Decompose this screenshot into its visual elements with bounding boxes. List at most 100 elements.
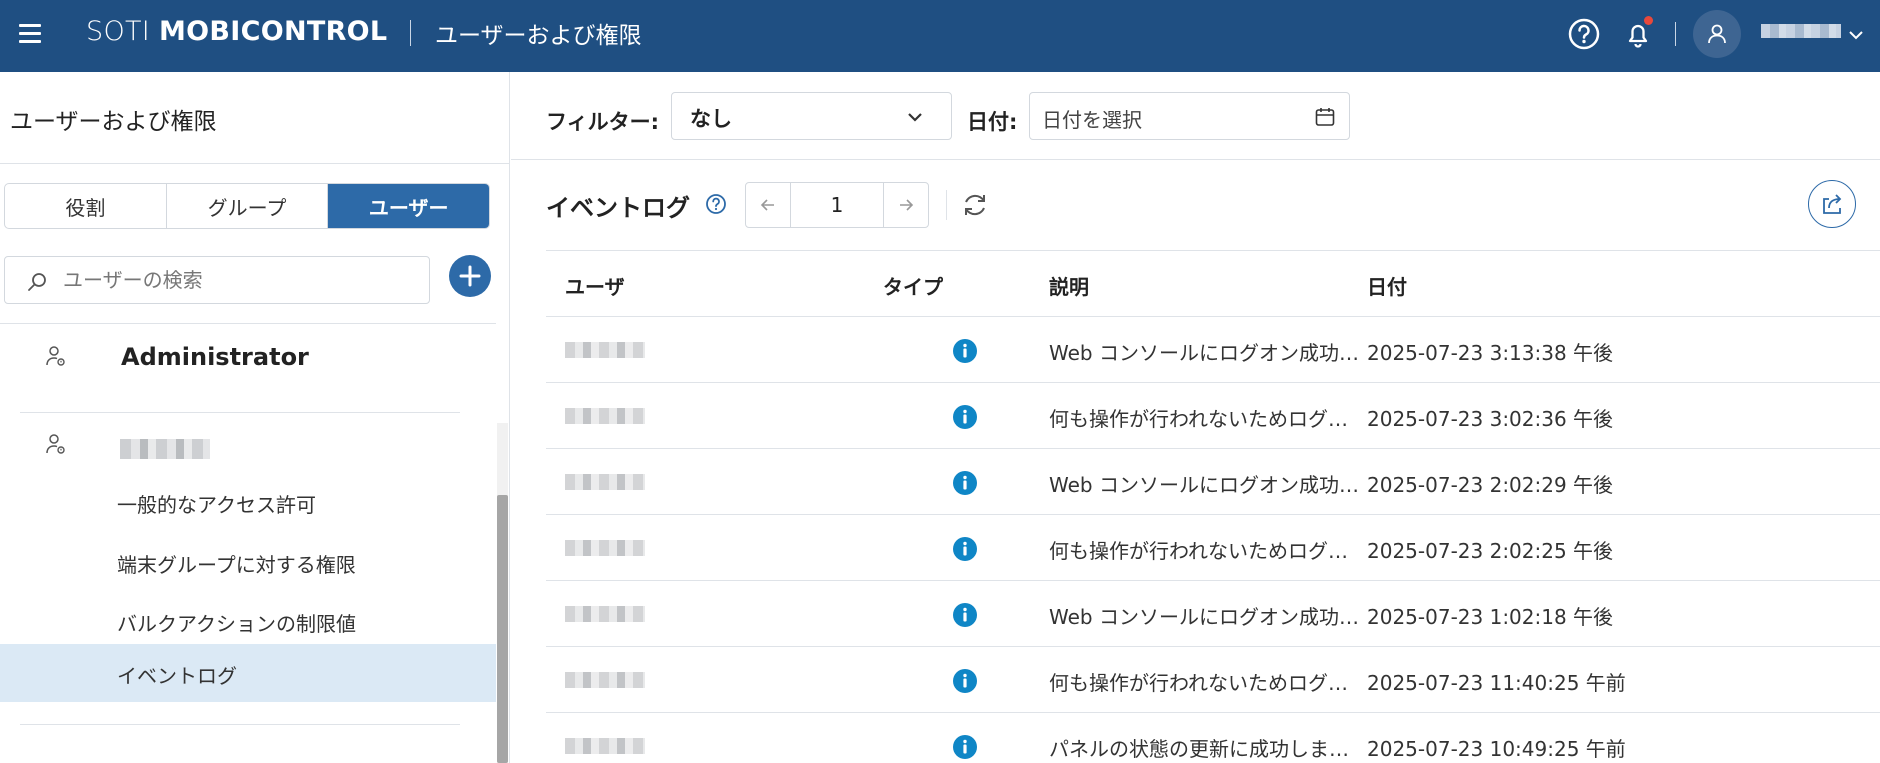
sidebar-item-device-group-permissions[interactable]: 端末グループに対する権限 (0, 533, 496, 591)
date-cell: 2025-07-23 3:13:38 午後 (1367, 341, 1614, 365)
user-cell-redacted (565, 606, 645, 622)
user-cell-redacted (565, 672, 645, 688)
sidebar-item-event-log[interactable]: イベントログ (0, 644, 496, 702)
table-row[interactable]: Web コンソールにログオン成功… 2025-07-23 2:02:29 午後 (546, 449, 1880, 515)
notification-badge (1644, 16, 1653, 25)
table-row[interactable]: Web コンソールにログオン成功… 2025-07-23 3:13:38 午後 (546, 317, 1880, 383)
user-avatar-icon[interactable] (1693, 10, 1741, 58)
pagination: 1 (745, 182, 929, 228)
divider (946, 190, 947, 220)
chevron-down-icon[interactable] (1848, 27, 1864, 43)
user-key-icon (46, 346, 65, 366)
divider (20, 724, 460, 725)
user-search (4, 256, 430, 304)
sidebar-item-label: 一般的なアクセス許可 (117, 493, 316, 517)
table-row[interactable]: 何も操作が行われないためログ… 2025-07-23 11:40:25 午前 (546, 647, 1880, 713)
user-name: Administrator (121, 343, 309, 371)
tab-roles[interactable]: 役割 (5, 184, 167, 228)
description-cell: Web コンソールにログオン成功… (1049, 341, 1359, 365)
top-bar: SOTI MOBICONTROL ユーザーおよび権限 (0, 0, 1880, 72)
sidebar-item-label: 端末グループに対する権限 (117, 553, 356, 577)
brand-soti: SOTI (86, 16, 151, 47)
user-cell-redacted (565, 342, 645, 358)
column-header-description[interactable]: 説明 (1049, 271, 1089, 300)
help-icon[interactable] (704, 192, 728, 216)
table-row[interactable]: パネルの状態の更新に成功しま… 2025-07-23 10:49:25 午前 (546, 713, 1880, 763)
date-cell: 2025-07-23 2:02:25 午後 (1367, 539, 1614, 563)
help-icon[interactable] (1566, 16, 1602, 52)
sidebar-title: ユーザーおよび権限 (10, 109, 217, 135)
info-icon (953, 669, 977, 693)
divider (511, 159, 1880, 160)
divider (0, 163, 509, 164)
refresh-icon[interactable] (960, 190, 990, 220)
page-number: 1 (790, 183, 884, 227)
table-row[interactable]: 何も操作が行われないためログ… 2025-07-23 3:02:36 午後 (546, 383, 1880, 449)
description-cell: Web コンソールにログオン成功… (1049, 473, 1359, 497)
user-key-icon (46, 434, 65, 454)
description-cell: 何も操作が行われないためログ… (1049, 539, 1348, 563)
user-cell-redacted (565, 408, 645, 424)
column-header-user[interactable]: ユーザ (565, 271, 625, 300)
search-input[interactable] (63, 265, 413, 295)
user-cell-redacted (565, 738, 645, 754)
date-label: 日付: (967, 110, 1018, 134)
info-icon (953, 603, 977, 627)
sidebar-item-bulk-action-limits[interactable]: バルクアクションの制限値 (0, 592, 496, 650)
info-icon (953, 471, 977, 495)
user-cell-redacted (565, 474, 645, 490)
arrow-left-icon (760, 199, 774, 211)
table-row[interactable]: 何も操作が行われないためログ… 2025-07-23 2:02:25 午後 (546, 515, 1880, 581)
sidebar-item-label: バルクアクションの制限値 (117, 612, 356, 636)
header-divider (1675, 22, 1676, 46)
info-icon (953, 537, 977, 561)
date-cell: 2025-07-23 3:02:36 午後 (1367, 407, 1614, 431)
bell-icon[interactable] (1620, 16, 1656, 52)
sidebar-scrollbar[interactable] (497, 423, 508, 763)
description-cell: 何も操作が行われないためログ… (1049, 407, 1348, 431)
date-cell: 2025-07-23 11:40:25 午前 (1367, 671, 1626, 695)
description-cell: Web コンソールにログオン成功… (1049, 605, 1359, 629)
user-item-administrator[interactable]: Administrator (0, 324, 496, 396)
view-tabs: 役割 グループ ユーザー (4, 183, 490, 229)
sidebar-item-general-permissions[interactable]: 一般的なアクセス許可 (0, 473, 496, 531)
app-logo: SOTI MOBICONTROL (86, 16, 387, 47)
column-header-type[interactable]: タイプ (883, 271, 943, 300)
event-log-title: イベントログ (546, 194, 690, 222)
previous-page-button[interactable] (746, 183, 790, 227)
description-cell: パネルの状態の更新に成功しま… (1049, 737, 1349, 761)
table-row[interactable]: Web コンソールにログオン成功… 2025-07-23 1:02:18 午後 (546, 581, 1880, 647)
date-cell: 2025-07-23 10:49:25 午前 (1367, 737, 1626, 761)
user-name-redacted (120, 439, 210, 459)
user-cell-redacted (565, 540, 645, 556)
filter-label: フィルター: (546, 110, 659, 134)
calendar-icon (1315, 108, 1335, 126)
column-header-date[interactable]: 日付 (1367, 271, 1407, 300)
export-button[interactable] (1808, 180, 1856, 228)
header-divider (410, 20, 411, 46)
username-redacted[interactable] (1761, 24, 1841, 38)
scrollbar-thumb[interactable] (497, 495, 508, 763)
add-user-button[interactable] (449, 255, 491, 297)
table-body: Web コンソールにログオン成功… 2025-07-23 3:13:38 午後何も… (546, 317, 1880, 763)
info-icon (953, 405, 977, 429)
sidebar-item-label: イベントログ (117, 664, 237, 688)
date-picker[interactable]: 日付を選択 (1029, 92, 1350, 140)
filter-value: なし (690, 107, 732, 131)
event-log-table: ユーザ タイプ 説明 日付 Web コンソールにログオン成功… 2025-07-2… (546, 250, 1880, 763)
chevron-down-icon (908, 113, 922, 122)
description-cell: 何も操作が行われないためログ… (1049, 671, 1348, 695)
page-title: ユーザーおよび権限 (435, 23, 642, 49)
user-tree: Administrator 一般的なアクセス許可 端末グループに対する権限 バル… (0, 324, 496, 763)
info-icon (953, 339, 977, 363)
export-icon (1823, 194, 1842, 214)
next-page-button[interactable] (884, 183, 928, 227)
tab-users[interactable]: ユーザー (328, 184, 489, 228)
date-cell: 2025-07-23 1:02:18 午後 (1367, 605, 1614, 629)
main-content: フィルター: なし 日付: 日付を選択 イベントログ 1 ユーザ タイプ 説明 … (511, 72, 1880, 763)
menu-icon[interactable] (19, 24, 41, 44)
sidebar: ユーザーおよび権限 役割 グループ ユーザー Administrator (0, 72, 510, 763)
arrow-right-icon (900, 199, 914, 211)
filter-dropdown[interactable]: なし (671, 92, 952, 140)
tab-groups[interactable]: グループ (167, 184, 329, 228)
